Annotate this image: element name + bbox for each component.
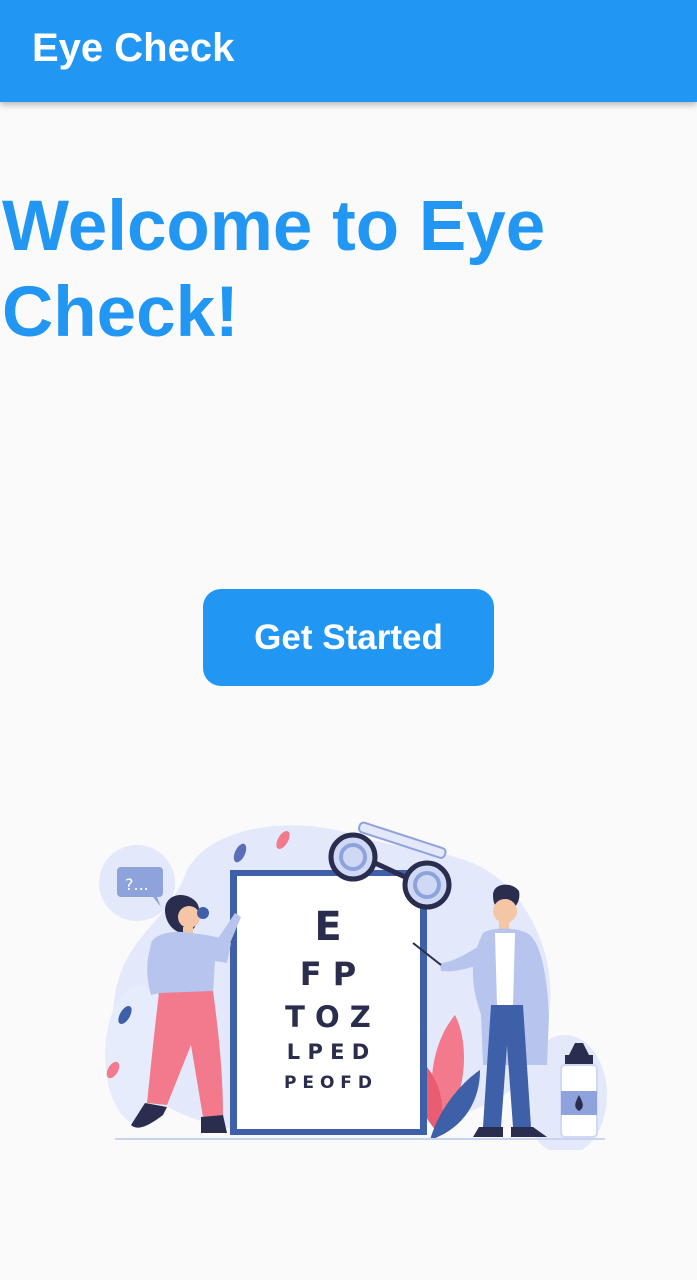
eye-chart-row-4: L P E D — [287, 1040, 369, 1064]
speech-bubble-icon: ?... — [99, 845, 175, 921]
get-started-button[interactable]: Get Started — [203, 589, 494, 686]
welcome-heading: Welcome to Eye Check! — [2, 187, 546, 352]
eye-chart: E F P T O Z L P E D P E O F D — [230, 870, 427, 1135]
eye-drops-icon — [560, 1043, 598, 1138]
speech-bubble-text: ?... — [125, 875, 149, 894]
eye-chart-row-1: E — [314, 904, 341, 950]
eye-chart-row-2: F P — [300, 955, 356, 993]
eye-chart-row-3: T O Z — [285, 1000, 371, 1034]
app-bar: Eye Check — [0, 0, 697, 102]
eye-chart-row-5: P E O F D — [284, 1073, 372, 1093]
eye-exam-illustration: ?... E F P T O Z L P E D P E O F D — [99, 821, 607, 1150]
app-title: Eye Check — [32, 26, 235, 70]
